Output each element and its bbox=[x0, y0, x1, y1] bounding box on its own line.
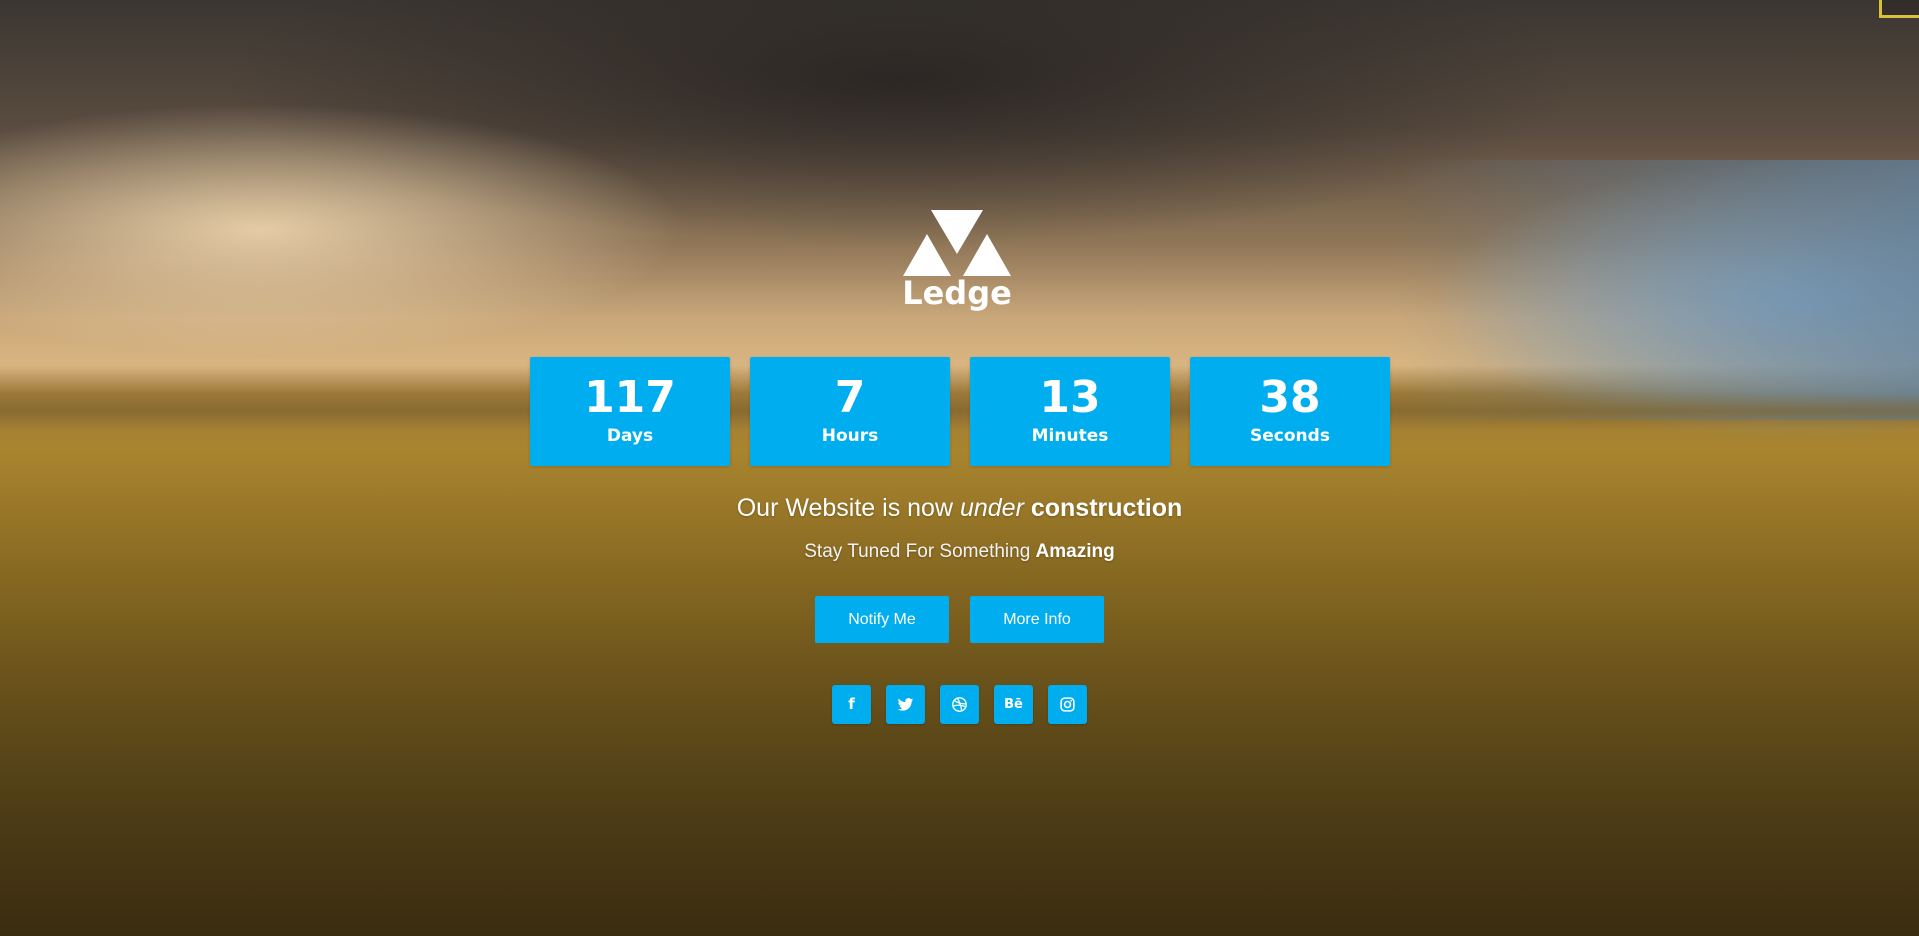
twitter-icon bbox=[897, 698, 914, 711]
social-facebook-button[interactable]: f bbox=[832, 685, 871, 724]
headline-space bbox=[1024, 494, 1031, 522]
page: Ledge 117 Days 7 Hours 13 Minutes 38 Sec… bbox=[0, 0, 1919, 936]
countdown-minutes-label: Minutes bbox=[1031, 426, 1109, 446]
countdown-days-value: 117 bbox=[584, 372, 676, 423]
countdown-hours-label: Hours bbox=[821, 426, 879, 446]
countdown-days-label: Days bbox=[606, 426, 654, 446]
social-instagram-button[interactable] bbox=[1048, 685, 1087, 724]
headline-emphasis: under bbox=[959, 494, 1024, 522]
social-dribbble-button[interactable] bbox=[940, 685, 979, 724]
headline-text: Our Website is now bbox=[736, 494, 960, 522]
notify-me-button[interactable]: Notify Me bbox=[815, 596, 949, 643]
instagram-icon bbox=[1060, 697, 1075, 712]
dribbble-icon bbox=[952, 697, 967, 712]
countdown-minutes-value: 13 bbox=[1039, 372, 1101, 423]
social-twitter-button[interactable] bbox=[886, 685, 925, 724]
page-headline: Our Website is now under construction bbox=[0, 492, 1919, 524]
headline-strong: construction bbox=[1030, 494, 1183, 522]
subline-text: Stay Tuned For Something bbox=[804, 541, 1036, 562]
page-subheadline: Stay Tuned For Something Amazing bbox=[0, 539, 1919, 565]
subline-strong: Amazing bbox=[1035, 541, 1115, 562]
cta-buttons: Notify Me More Info bbox=[815, 596, 1115, 644]
countdown-seconds-value: 38 bbox=[1259, 372, 1321, 423]
countdown-minutes: 13 Minutes bbox=[970, 357, 1170, 466]
countdown-seconds: 38 Seconds bbox=[1190, 357, 1390, 466]
countdown-timer: 117 Days 7 Hours 13 Minutes 38 Seconds bbox=[530, 357, 1390, 467]
main-content: Ledge 117 Days 7 Hours 13 Minutes 38 Sec… bbox=[0, 0, 1919, 936]
countdown-seconds-label: Seconds bbox=[1250, 426, 1330, 446]
behance-icon: Bē bbox=[1004, 697, 1023, 712]
social-behance-button[interactable]: Bē bbox=[994, 685, 1033, 724]
countdown-hours: 7 Hours bbox=[750, 357, 950, 466]
brand-logo[interactable]: Ledge bbox=[897, 210, 1017, 314]
social-links: f Bē bbox=[832, 685, 1092, 725]
countdown-days: 117 Days bbox=[530, 357, 730, 466]
more-info-button[interactable]: More Info bbox=[970, 596, 1104, 643]
brand-name: Ledge bbox=[902, 274, 1012, 312]
facebook-icon: f bbox=[848, 695, 855, 713]
triangles-logo-icon bbox=[903, 210, 1011, 276]
countdown-hours-value: 7 bbox=[834, 372, 866, 423]
